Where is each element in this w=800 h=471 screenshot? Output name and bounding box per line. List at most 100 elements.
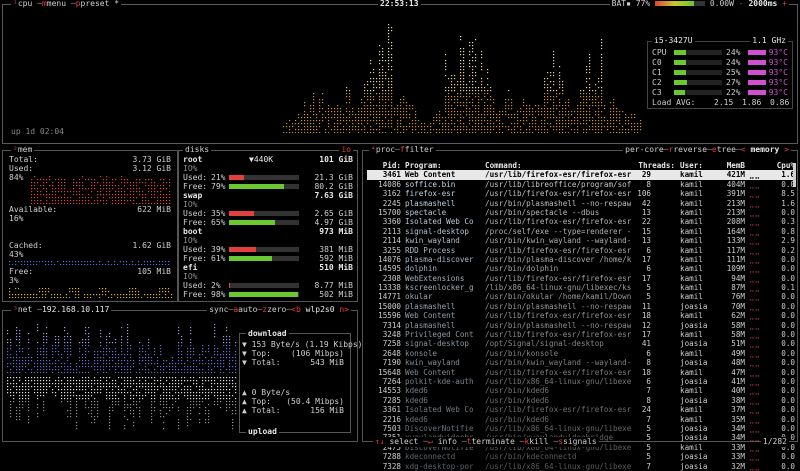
process-row[interactable]: 7285 kded6/usr/bin/kded6 8 joasia 38M ⣀⣀ 0.0: [367, 396, 795, 405]
col-pid[interactable]: Pid:: [367, 161, 401, 170]
kill-action[interactable]: kill: [529, 437, 548, 446]
graph-dot: [547, 132, 549, 133]
graph-dot: [64, 200, 66, 202]
col-mem[interactable]: MemB: [715, 161, 745, 170]
disks-io-toggle[interactable]: io: [339, 145, 353, 155]
process-row[interactable]: 15700 spectacle/usr/bin/spectacle --dbus 1…: [367, 208, 795, 217]
process-row[interactable]: 7258 signal-desktop/opt/Signal/signal-des…: [367, 339, 795, 348]
disk-name[interactable]: boot: [183, 227, 202, 236]
process-row[interactable]: 14086 soffice.bin/usr/lib/libreoffice/pro…: [367, 180, 795, 189]
process-row[interactable]: 15648 Web Content/usr/lib/firefox-esr/fir…: [367, 368, 795, 377]
proc-program: polkit-kde-auth: [405, 376, 474, 386]
proc-pid: 2308: [382, 273, 401, 283]
process-row[interactable]: 2308 WebExtensions/usr/lib/firefox-esr/fi…: [367, 273, 795, 283]
process-row[interactable]: 14553 kded6/usr/bin/kded6 7 kamil 40M ⣀⣀ 0.0: [367, 386, 795, 395]
preset-button[interactable]: preset: [81, 0, 110, 8]
graph-dot: [115, 197, 117, 199]
graph-dot: [127, 330, 129, 332]
graph-dot: [469, 117, 471, 119]
process-row[interactable]: 3461 Web Content/usr/lib/firefox-esr/fire…: [367, 170, 795, 180]
reverse-toggle[interactable]: reverse: [673, 145, 707, 154]
terminate-action[interactable]: terminate: [471, 437, 514, 446]
process-row[interactable]: 2113 signal-desktop/proc/self/exe --type=…: [367, 227, 795, 236]
graph-dot: [463, 57, 465, 59]
graph-dot: [583, 99, 585, 101]
graph-dot: [205, 389, 207, 391]
graph-dot: [379, 120, 381, 122]
process-row[interactable]: 7314 plasmashell/usr/bin/plasmashell --no…: [367, 320, 795, 330]
graph-dot: [208, 410, 210, 412]
refresh-increase[interactable]: +: [782, 0, 787, 8]
disks-title[interactable]: disks: [183, 145, 212, 155]
proc-filter[interactable]: filter: [405, 145, 434, 154]
select-action[interactable]: select: [389, 437, 418, 446]
graph-dot: [111, 297, 113, 298]
disk-usage-bar: [229, 220, 299, 225]
graph-dot: [622, 132, 624, 133]
process-row[interactable]: 2114 kwin_wayland/usr/bin/kwin_wayland --…: [367, 236, 795, 245]
graph-dot: [118, 386, 120, 388]
graph-dot: [136, 203, 138, 204]
proc-title[interactable]: proc: [376, 145, 395, 154]
net-title[interactable]: net: [18, 305, 32, 314]
col-threads[interactable]: Threads:: [625, 161, 675, 170]
process-row[interactable]: 7190 kwin_wayland/usr/bin/kwin_wayland --…: [367, 358, 795, 367]
process-row[interactable]: 7328 xdg-desktop-por/usr/lib/x86_64-linux…: [367, 462, 795, 471]
graph-dot: [472, 57, 474, 59]
net-sync-toggle[interactable]: sync: [209, 305, 228, 314]
process-row[interactable]: 13338 kscreenlocker_g/lib/x86_64-linux-gn…: [367, 283, 795, 292]
net-zero-toggle[interactable]: zero: [267, 305, 286, 314]
graph-dot: [487, 90, 489, 92]
signals-action[interactable]: signals: [563, 437, 597, 446]
disk-name[interactable]: root: [183, 155, 202, 164]
per-core-toggle[interactable]: per-core: [625, 145, 664, 154]
process-row[interactable]: 14771 okular/usr/bin/okular /home/kamil/D…: [367, 292, 795, 301]
graph-dot: [592, 117, 594, 119]
cpu-tab[interactable]: cpu: [18, 0, 32, 8]
process-row[interactable]: 2245 plasmashell/usr/bin/plasmashell --no…: [367, 199, 795, 208]
proc-threads: 5: [646, 442, 651, 452]
sort-field[interactable]: memory: [750, 145, 779, 154]
col-user[interactable]: User:: [680, 161, 703, 170]
net-auto-toggle[interactable]: auto: [238, 305, 257, 314]
tree-toggle[interactable]: tree: [717, 145, 736, 154]
col-command[interactable]: Command:: [485, 161, 522, 170]
graph-dot: [193, 392, 195, 394]
proc-scrollbar[interactable]: [793, 163, 796, 187]
process-row[interactable]: 7264 polkit-kde-auth/usr/lib/x86_64-linux…: [367, 376, 795, 386]
graph-dot: [433, 120, 435, 122]
graph-dot: [142, 203, 144, 204]
graph-dot: [379, 51, 381, 53]
process-row[interactable]: 7288 kdeconnectd/usr/bin/kdeconnectd 5 joas…: [367, 452, 795, 461]
process-row[interactable]: 14076 plasma-discover/usr/bin/plasma-disc…: [367, 255, 795, 264]
process-row[interactable]: 3360 Isolated Web Co/usr/lib/firefox-esr/…: [367, 217, 795, 227]
process-row[interactable]: 15596 Web Content/usr/lib/firefox-esr/fir…: [367, 311, 795, 320]
info-action[interactable]: info: [438, 437, 457, 446]
col-program[interactable]: Program:: [405, 161, 442, 170]
graph-dot: [139, 407, 141, 409]
col-cpu[interactable]: Cpu%: [769, 161, 795, 170]
cpu-core-pct: 22%: [726, 88, 741, 97]
net-next-iface[interactable]: n>: [339, 305, 349, 314]
process-row[interactable]: 14595 dolphin/usr/bin/dolphin 6 kamil 109M ⣀⣀…: [367, 264, 795, 273]
proc-user: joasia: [680, 320, 708, 330]
process-row[interactable]: 3255 RDD Process/usr/lib/firefox-esr/fire…: [367, 246, 795, 255]
process-row[interactable]: 3162 firefox-esr/usr/lib/firefox-esr/fire…: [367, 189, 795, 198]
graph-dot: [556, 96, 558, 98]
graph-dot: [40, 363, 42, 365]
disk-name[interactable]: swap: [183, 191, 202, 200]
process-row[interactable]: 3361 Isolated Web Co/usr/lib/firefox-esr/…: [367, 405, 795, 414]
process-row[interactable]: 2648 konsole/usr/bin/konsole 6 kamil 49M ⣀⣀ 0.…: [367, 349, 795, 358]
mem-title[interactable]: mem: [18, 145, 32, 154]
disk-name[interactable]: efi: [183, 263, 197, 272]
proc-mem: 208M: [726, 217, 745, 227]
process-row[interactable]: 2216 kded6/usr/bin/kded6 7 kamil 35M ⣀⣀ 0.0: [367, 415, 795, 424]
graph-dot: [406, 117, 408, 119]
process-row[interactable]: 3248 Privileged Cont/usr/lib/firefox-esr/…: [367, 330, 795, 339]
menu-button[interactable]: menu: [47, 0, 66, 8]
graph-dot: [217, 386, 219, 388]
net-prev-iface[interactable]: <b: [291, 305, 301, 314]
refresh-decrease[interactable]: -: [739, 0, 744, 8]
process-row[interactable]: 7503 DiscoverNotifie/usr/lib/x86_64-linux…: [367, 424, 795, 433]
process-row[interactable]: 15000 plasmashell/usr/bin/plasmashell --n…: [367, 302, 795, 311]
